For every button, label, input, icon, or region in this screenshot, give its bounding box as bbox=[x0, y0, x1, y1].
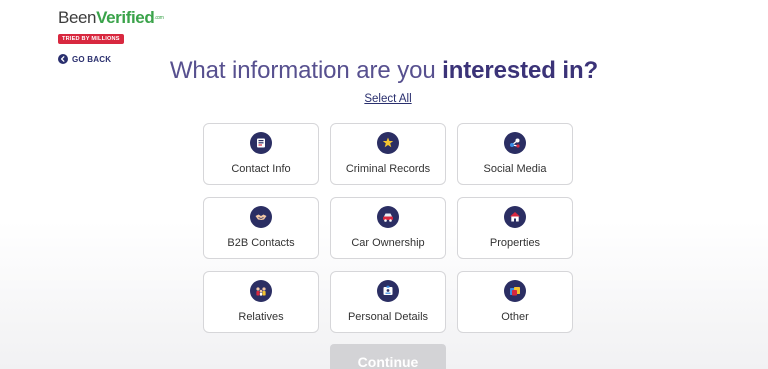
brand-logo[interactable]: BeenVerified.com TRIED BY MILLIONS bbox=[58, 9, 168, 45]
option-label: Personal Details bbox=[347, 311, 429, 323]
options-grid: Contact Info Criminal Records Social Med… bbox=[203, 123, 574, 333]
option-other[interactable]: Other bbox=[457, 271, 573, 333]
page-title: What information are you interested in? bbox=[0, 57, 768, 85]
option-b2b-contacts[interactable]: B2B Contacts bbox=[203, 197, 319, 259]
page-title-plain: What information are you bbox=[169, 57, 443, 84]
folders-icon bbox=[504, 280, 526, 302]
option-properties[interactable]: Properties bbox=[457, 197, 573, 259]
option-car-ownership[interactable]: Car Ownership bbox=[330, 197, 446, 259]
option-label: Criminal Records bbox=[345, 163, 431, 175]
logo-badge: TRIED BY MILLIONS bbox=[58, 34, 124, 44]
option-label: Contact Info bbox=[231, 163, 291, 175]
option-label: Car Ownership bbox=[351, 237, 425, 249]
logo-verified: Verified bbox=[96, 8, 155, 27]
handshake-icon bbox=[250, 206, 272, 228]
option-criminal-records[interactable]: Criminal Records bbox=[330, 123, 446, 185]
option-label: Social Media bbox=[483, 163, 547, 175]
contact-card-icon bbox=[250, 132, 272, 154]
id-badge-icon bbox=[377, 280, 399, 302]
page-title-bold: interested in? bbox=[442, 57, 599, 84]
select-all-link[interactable]: Select All bbox=[0, 93, 768, 105]
house-icon bbox=[504, 206, 526, 228]
social-network-icon bbox=[504, 132, 526, 154]
sheriff-badge-icon bbox=[377, 132, 399, 154]
logo-wordmark: BeenVerified.com bbox=[58, 9, 168, 27]
family-icon bbox=[250, 280, 272, 302]
option-contact-info[interactable]: Contact Info bbox=[203, 123, 319, 185]
option-label: B2B Contacts bbox=[227, 237, 295, 249]
option-personal-details[interactable]: Personal Details bbox=[330, 271, 446, 333]
continue-button[interactable]: Continue bbox=[330, 344, 446, 369]
option-relatives[interactable]: Relatives bbox=[203, 271, 319, 333]
logo-been: Been bbox=[58, 8, 97, 27]
option-label: Relatives bbox=[238, 311, 284, 323]
option-label: Properties bbox=[489, 237, 541, 249]
car-icon bbox=[377, 206, 399, 228]
option-label: Other bbox=[501, 311, 529, 323]
option-social-media[interactable]: Social Media bbox=[457, 123, 573, 185]
logo-com: .com bbox=[154, 15, 164, 21]
